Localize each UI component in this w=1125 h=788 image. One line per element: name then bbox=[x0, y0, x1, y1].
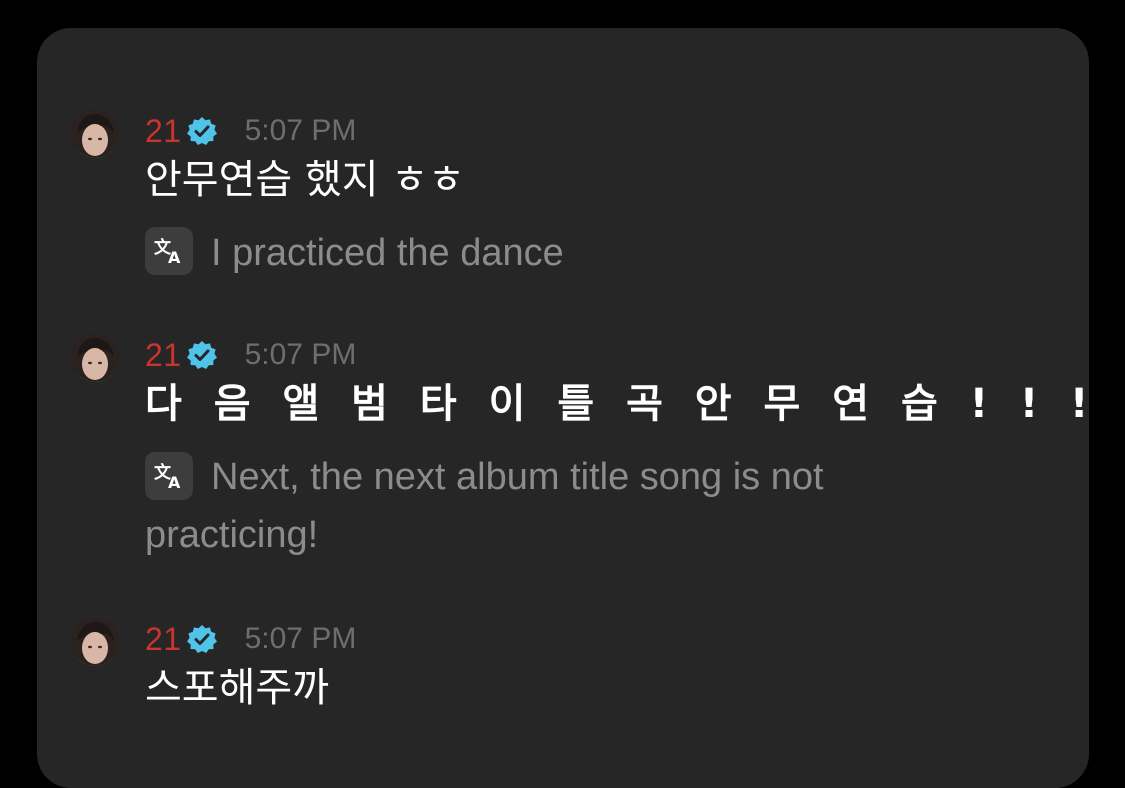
username[interactable]: 21 bbox=[145, 335, 182, 375]
translation-text: I practiced the dance bbox=[211, 232, 564, 274]
timestamp: 5:07 PM bbox=[244, 622, 357, 655]
user-avatar[interactable] bbox=[71, 334, 119, 382]
username[interactable]: 21 bbox=[145, 111, 182, 151]
message-item: 21 5:07 PM 스포해주까 bbox=[37, 618, 1089, 728]
user-avatar[interactable] bbox=[71, 110, 119, 158]
verified-badge-icon bbox=[186, 115, 218, 147]
message-text: 안무연습 했지 ㅎㅎ bbox=[145, 157, 465, 203]
username[interactable]: 21 bbox=[145, 619, 182, 659]
message-header: 21 5:07 PM bbox=[145, 111, 356, 151]
message-header: 21 5:07 PM bbox=[145, 619, 356, 659]
verified-badge-icon bbox=[186, 623, 218, 655]
timestamp: 5:07 PM bbox=[244, 114, 357, 147]
message-header: 21 5:07 PM bbox=[145, 335, 356, 375]
translation-text: Next, the next album title song is not p… bbox=[145, 456, 824, 556]
user-avatar[interactable] bbox=[71, 618, 119, 666]
message-item: 21 5:07 PM 다 음 앨 범 타 이 틀 곡 안 무 연 습 ! ! !… bbox=[37, 334, 1089, 574]
message-card: 21 5:07 PM 안무연습 했지 ㅎㅎ 文 A I practiced th… bbox=[37, 28, 1089, 788]
timestamp: 5:07 PM bbox=[244, 338, 357, 371]
message-item: 21 5:07 PM 안무연습 했지 ㅎㅎ 文 A I practiced th… bbox=[37, 110, 1089, 290]
verified-badge-icon bbox=[186, 339, 218, 371]
message-text: 다 음 앨 범 타 이 틀 곡 안 무 연 습 ! ! ! bbox=[145, 381, 1098, 427]
message-text: 스포해주까 bbox=[145, 665, 329, 711]
